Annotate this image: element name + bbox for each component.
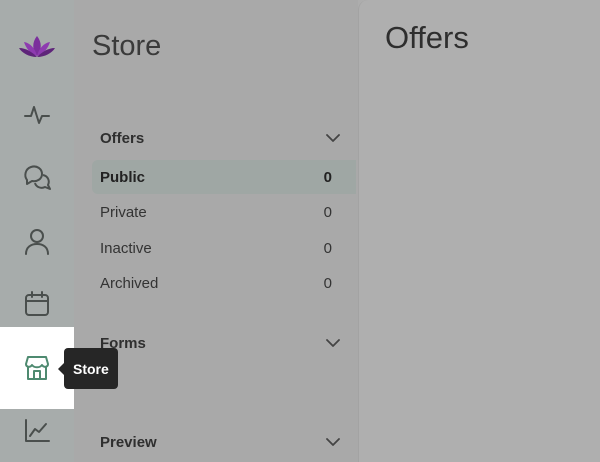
menu-item-inactive[interactable]: Inactive 0 <box>92 231 356 265</box>
menu-item-label: Private <box>100 203 147 221</box>
menu-item-label: Archived <box>100 274 159 292</box>
section-forms-header[interactable]: Forms <box>100 335 340 352</box>
store-navigation-panel: Store Offers Public 0 Private 0 Inactive… <box>74 0 358 462</box>
menu-item-public[interactable]: Public 0 <box>92 160 356 194</box>
menu-item-count: 0 <box>323 203 332 221</box>
section-offers-header[interactable]: Offers <box>100 130 340 147</box>
chevron-down-icon <box>326 134 340 142</box>
chevron-down-icon <box>326 438 340 446</box>
store-panel-title: Store <box>92 30 162 62</box>
menu-item-label: Public <box>100 168 146 186</box>
menu-item-count: 0 <box>323 239 332 257</box>
section-offers-label: Offers <box>100 130 145 147</box>
chat-bubbles-icon[interactable] <box>0 146 74 208</box>
line-chart-icon[interactable] <box>0 400 74 462</box>
lotus-logo-icon[interactable] <box>0 16 74 78</box>
main-content: Offers <box>358 0 600 462</box>
menu-item-private[interactable]: Private 0 <box>92 195 356 229</box>
menu-item-archived[interactable]: Archived 0 <box>92 266 356 300</box>
calendar-icon[interactable] <box>0 273 74 335</box>
store-tooltip: Store <box>58 348 118 389</box>
section-preview-header[interactable]: Preview <box>100 434 340 451</box>
menu-item-count: 0 <box>323 168 332 186</box>
activity-icon[interactable] <box>0 84 74 146</box>
chevron-down-icon <box>326 339 340 347</box>
page-title: Offers <box>385 20 469 55</box>
user-icon[interactable] <box>0 211 74 273</box>
section-preview-label: Preview <box>100 434 157 451</box>
menu-item-label: Inactive <box>100 239 152 257</box>
menu-item-count: 0 <box>323 274 332 292</box>
